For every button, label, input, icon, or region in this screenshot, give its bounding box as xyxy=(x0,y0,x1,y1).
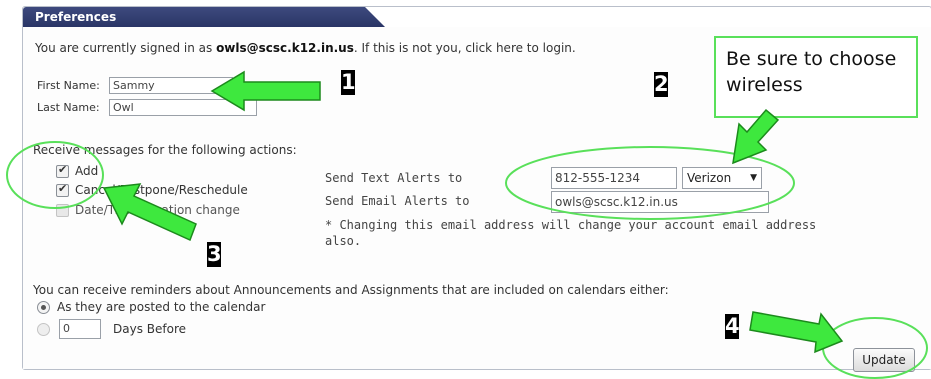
step-number-3: 3 xyxy=(207,242,222,267)
radio-as-posted-label: As they are posted to the calendar xyxy=(57,300,266,314)
carrier-selected: Verizon xyxy=(687,171,732,185)
checkbox-cancel-postpone[interactable] xyxy=(56,182,69,197)
days-before-label: Days Before xyxy=(113,322,186,336)
actions-heading: Receive messages for the following actio… xyxy=(33,143,297,157)
reminders-heading: You can receive reminders about Announce… xyxy=(33,283,669,297)
update-button[interactable]: Update xyxy=(853,348,915,372)
panel-header-tail xyxy=(365,7,385,27)
first-name-label: First Name: xyxy=(37,79,100,92)
panel-title: Preferences xyxy=(23,7,365,27)
first-name-field[interactable]: Sammy xyxy=(109,77,233,94)
last-name-label: Last Name: xyxy=(37,101,100,114)
email-alert-field[interactable]: owls@scsc.k12.in.us xyxy=(551,191,769,213)
carrier-select[interactable]: Verizon ▼ xyxy=(682,167,762,189)
checkbox-datetime-location[interactable] xyxy=(56,204,69,217)
text-alert-phone-field[interactable]: 812-555-1234 xyxy=(551,167,677,189)
checkbox-cancel-postpone-label: Cancel/Postpone/Reschedule xyxy=(75,183,248,197)
checkbox-add-label: Add xyxy=(75,164,99,178)
email-alerts-label: Send Email Alerts to xyxy=(325,194,470,208)
login-link[interactable]: . If this is not you, click here to logi… xyxy=(354,41,576,55)
step-number-4: 4 xyxy=(725,314,740,339)
signed-in-notice: You are currently signed in as owls@scsc… xyxy=(35,41,576,55)
step-number-2: 2 xyxy=(654,72,669,97)
text-alerts-label: Send Text Alerts to xyxy=(325,171,463,185)
signed-in-email: owls@scsc.k12.in.us xyxy=(216,41,354,55)
radio-days-before[interactable] xyxy=(37,323,50,336)
callout-box: Be sure to choose wireless xyxy=(714,36,918,118)
days-before-field[interactable]: 0 xyxy=(59,319,101,339)
chevron-down-icon: ▼ xyxy=(750,173,757,183)
last-name-field[interactable]: Owl xyxy=(109,99,257,116)
checkbox-datetime-location-label: Date/Time/Location change xyxy=(75,203,240,217)
step-number-1: 1 xyxy=(341,70,356,95)
radio-as-posted[interactable] xyxy=(37,301,50,314)
email-change-note: * Changing this email address will chang… xyxy=(325,218,817,248)
signed-in-prefix: You are currently signed in as xyxy=(35,41,217,55)
checkbox-add[interactable] xyxy=(56,163,69,178)
